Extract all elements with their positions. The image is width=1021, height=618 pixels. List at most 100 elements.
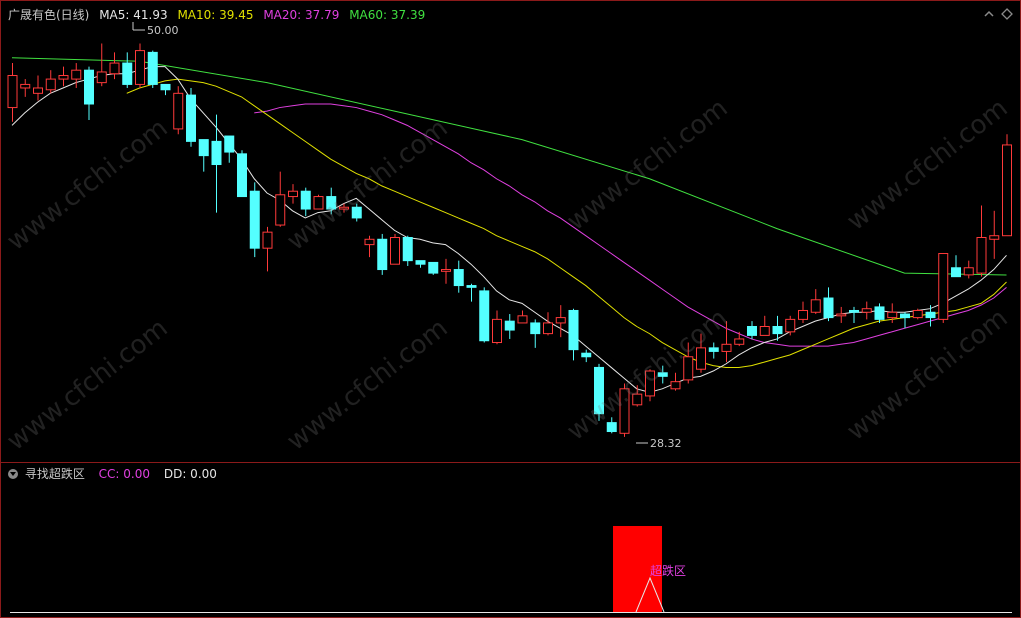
candle bbox=[160, 83, 171, 96]
candle-body bbox=[7, 75, 18, 109]
candle-body bbox=[504, 320, 515, 331]
candle bbox=[874, 303, 885, 323]
candle-body bbox=[453, 269, 464, 287]
candle-body bbox=[364, 238, 375, 246]
candle-body bbox=[721, 343, 732, 352]
candle bbox=[861, 301, 872, 320]
candle-body bbox=[492, 318, 502, 344]
candle-body bbox=[147, 51, 158, 85]
candle bbox=[96, 43, 107, 87]
candle-body bbox=[989, 235, 1000, 240]
candle-body bbox=[810, 299, 821, 313]
candle-body bbox=[58, 75, 69, 80]
candlesticks bbox=[7, 43, 1012, 437]
candle-body bbox=[759, 326, 770, 336]
candle-body bbox=[122, 62, 133, 85]
candle-body bbox=[186, 94, 196, 142]
candle-body bbox=[887, 311, 898, 319]
indicator-name[interactable]: 寻找超跌区 bbox=[25, 467, 85, 481]
candle-body bbox=[785, 318, 796, 333]
maximize-icon[interactable] bbox=[1001, 8, 1013, 20]
candle bbox=[479, 287, 490, 343]
candle-body bbox=[173, 92, 184, 130]
candle bbox=[747, 321, 757, 339]
main-header: 广晟有色(日线) MA5: 41.93 MA10: 39.45 MA20: 37… bbox=[8, 6, 431, 23]
ma5-value: MA5: 41.93 bbox=[99, 8, 168, 22]
candle-body bbox=[951, 267, 961, 278]
candle bbox=[211, 114, 222, 213]
candle-body bbox=[211, 140, 222, 166]
candle-body bbox=[275, 194, 286, 226]
candle-body bbox=[543, 322, 553, 335]
candle bbox=[428, 261, 439, 275]
candle bbox=[912, 308, 923, 320]
candle-body bbox=[517, 315, 528, 324]
candle-body bbox=[262, 231, 273, 249]
candle bbox=[173, 86, 184, 135]
candle bbox=[849, 306, 859, 323]
candle-body bbox=[963, 267, 974, 276]
candle bbox=[517, 310, 528, 324]
candle bbox=[734, 331, 745, 347]
candle-body bbox=[708, 347, 719, 352]
candle-body bbox=[300, 190, 311, 210]
candle-body bbox=[237, 153, 247, 198]
candle bbox=[453, 260, 464, 293]
candle bbox=[7, 63, 18, 122]
stock-title[interactable]: 广晟有色(日线) bbox=[8, 8, 89, 22]
candle-body bbox=[415, 260, 426, 265]
candle bbox=[581, 349, 592, 363]
dropdown-icon[interactable] bbox=[8, 469, 18, 479]
candle bbox=[262, 226, 273, 272]
candle-body bbox=[479, 290, 490, 342]
candle bbox=[670, 372, 681, 391]
candle-body bbox=[441, 269, 451, 272]
candle bbox=[58, 66, 69, 87]
candle bbox=[288, 184, 298, 204]
candle-body bbox=[874, 306, 885, 320]
candle bbox=[45, 70, 56, 94]
candle bbox=[122, 52, 133, 88]
candle-body bbox=[555, 317, 566, 324]
candle-body bbox=[976, 237, 987, 274]
candle bbox=[798, 301, 808, 323]
minimize-icon[interactable] bbox=[983, 8, 995, 20]
candle-body bbox=[249, 190, 260, 249]
candle-body bbox=[772, 326, 783, 335]
ma20-line bbox=[254, 103, 1007, 347]
candle-body bbox=[390, 237, 400, 265]
candle bbox=[543, 312, 553, 336]
candle bbox=[441, 258, 451, 284]
candle bbox=[390, 233, 400, 265]
ma60-value: MA60: 37.39 bbox=[349, 8, 426, 22]
candle-body bbox=[861, 308, 872, 313]
candle bbox=[785, 315, 796, 336]
candle-body bbox=[581, 352, 592, 358]
candle-body bbox=[938, 253, 949, 320]
ma20-path bbox=[254, 103, 1007, 347]
candle-body bbox=[377, 238, 388, 271]
candle bbox=[20, 79, 31, 97]
candle bbox=[186, 87, 196, 147]
candle bbox=[989, 210, 1000, 259]
candle-body bbox=[734, 338, 745, 345]
candle-body bbox=[836, 313, 847, 317]
candle bbox=[135, 43, 145, 88]
candle-body bbox=[925, 311, 936, 319]
candle bbox=[568, 308, 579, 361]
candle-body bbox=[798, 309, 808, 320]
candle-body bbox=[428, 261, 439, 274]
candle bbox=[237, 150, 247, 198]
candle bbox=[377, 233, 388, 275]
candle bbox=[976, 205, 987, 277]
candle-body bbox=[912, 309, 923, 319]
ma20-value: MA20: 37.79 bbox=[263, 8, 340, 22]
high-marker-label: 50.00 bbox=[147, 24, 179, 37]
candle bbox=[938, 253, 949, 323]
candle bbox=[900, 312, 910, 329]
candle bbox=[249, 182, 260, 258]
candle-body bbox=[160, 83, 171, 91]
candle bbox=[33, 75, 43, 101]
candle-body bbox=[20, 83, 31, 89]
candle-body bbox=[402, 237, 413, 262]
